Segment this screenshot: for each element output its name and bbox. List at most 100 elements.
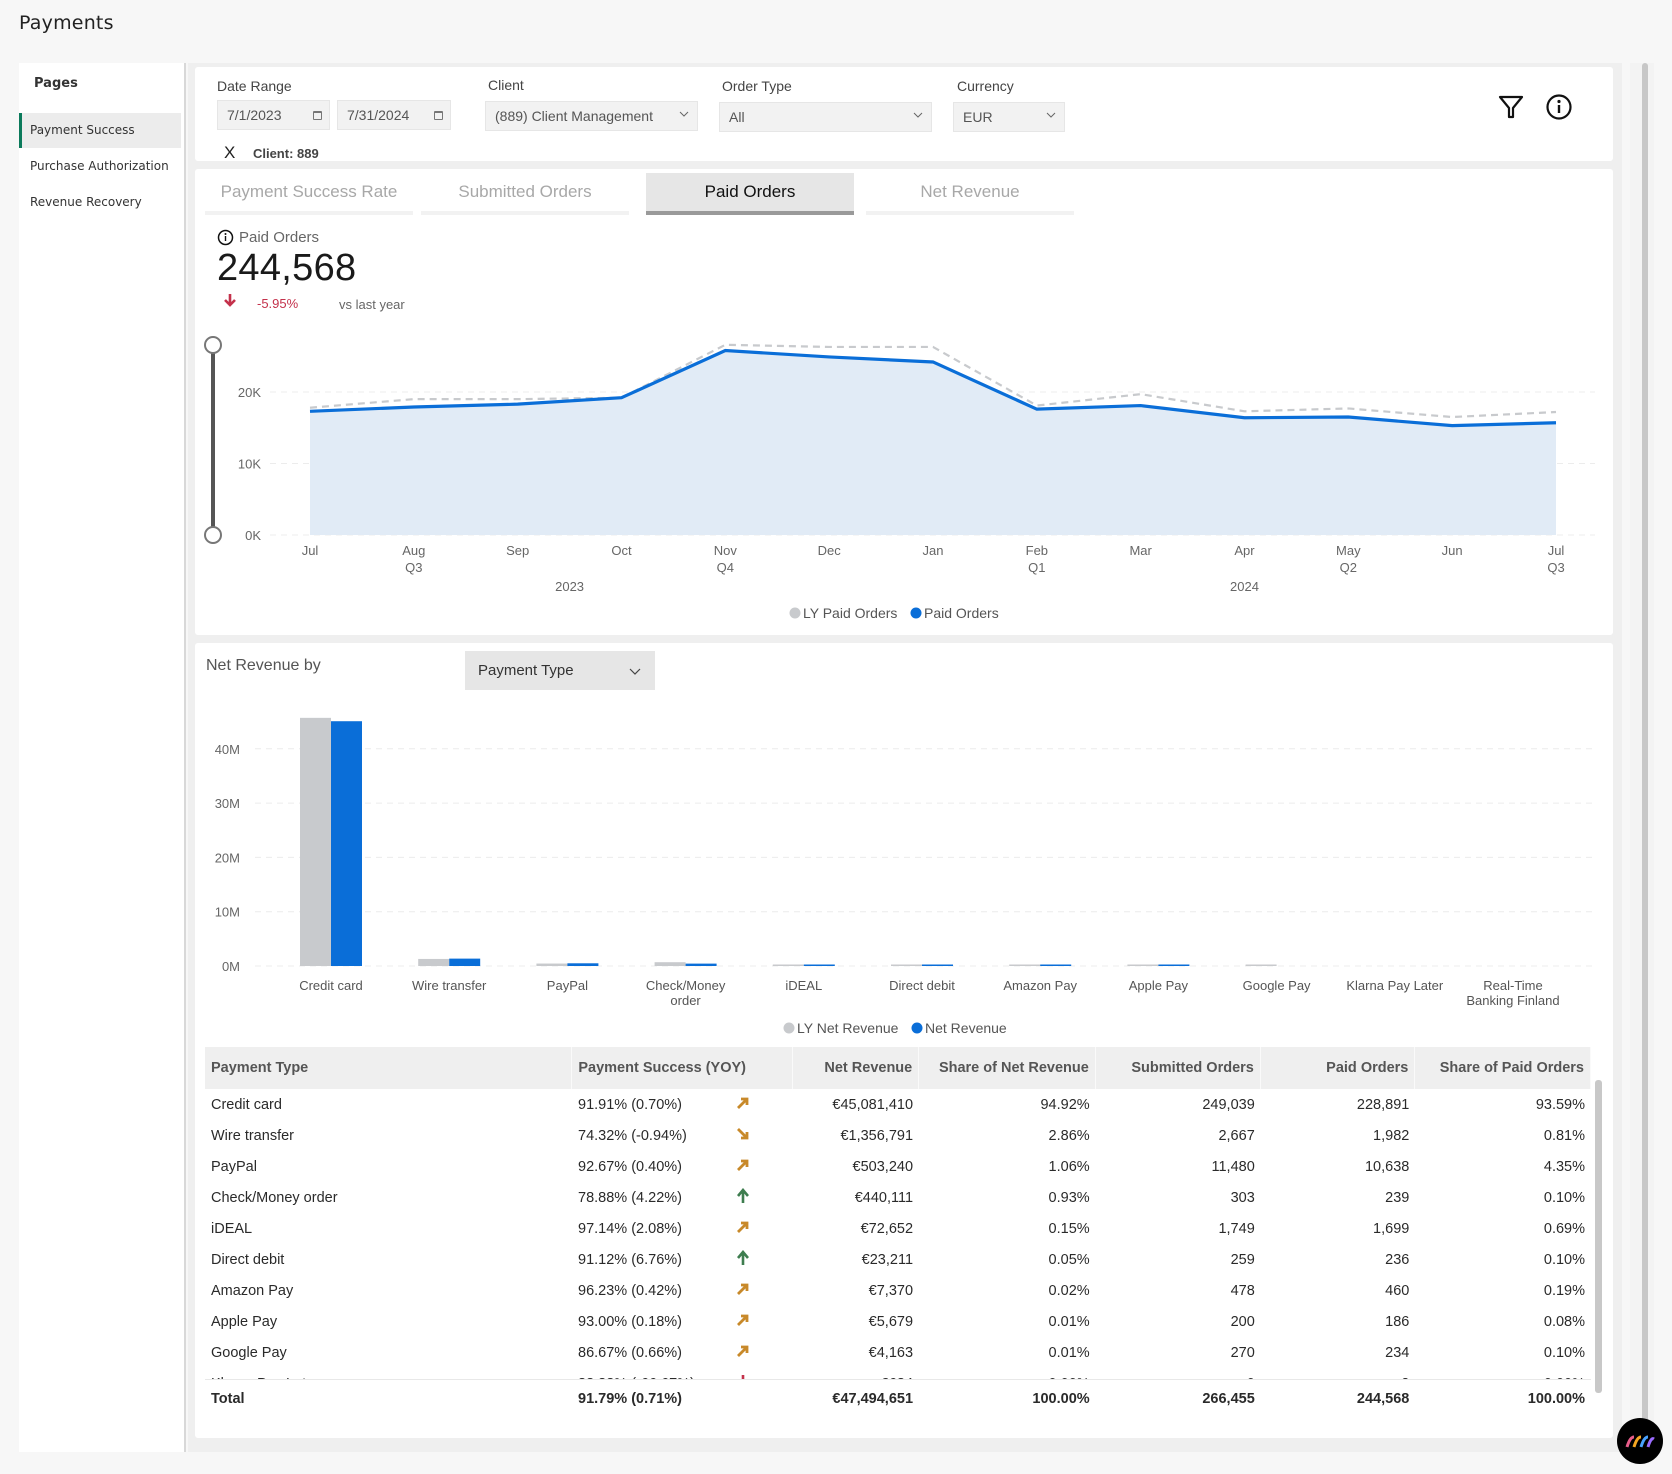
y-tick-label: 0K (245, 528, 261, 543)
cell-share-paid-orders: 0.19% (1543, 1282, 1585, 1299)
bar-net-revenue[interactable] (449, 958, 481, 966)
start-date-input[interactable]: 7/1/2023 (217, 100, 330, 130)
end-date-input[interactable]: 7/31/2024 (337, 100, 451, 130)
col-share-paid-orders[interactable]: Share of Paid Orders (1414, 1047, 1591, 1089)
revenue-section-title: Net Revenue by (206, 657, 321, 674)
bar-ly-net-revenue[interactable] (1245, 964, 1277, 967)
cell-payment-success: 93.00% (0.18%) (578, 1313, 682, 1330)
col-submitted-orders[interactable]: Submitted Orders (1095, 1047, 1261, 1089)
col-paid-orders[interactable]: Paid Orders (1260, 1047, 1416, 1089)
col-payment-type[interactable]: Payment Type (205, 1047, 573, 1089)
client-dropdown[interactable]: (889) Client Management (485, 101, 698, 131)
cell-payment-type: Check/Money order (211, 1189, 338, 1206)
bar-ly-net-revenue[interactable] (418, 958, 450, 966)
table-row[interactable]: Amazon Pay 96.23% (0.42%) €7,370 0.02% 478 46… (205, 1275, 1591, 1306)
dimension-value: Payment Type (478, 662, 574, 679)
dimension-dropdown[interactable]: Payment Type (465, 651, 655, 690)
x-quarter-label: Q1 (1028, 560, 1045, 575)
filter-icon[interactable] (1497, 93, 1525, 121)
cell-paid-orders: 1,982 (1373, 1127, 1410, 1144)
y-tick-label: 0M (222, 959, 240, 974)
tab-net-revenue[interactable]: Net Revenue (866, 173, 1074, 215)
bar-ly-net-revenue[interactable] (1127, 964, 1159, 967)
cell-submitted-orders: 0 (1096, 1368, 1261, 1380)
range-slider-handle-bottom[interactable] (204, 526, 222, 544)
table-scrollbar[interactable] (1595, 1080, 1602, 1393)
x-tick-label: Mar (1129, 543, 1152, 558)
table-row[interactable]: Apple Pay 93.00% (0.18%) €5,679 0.01% 200 186… (205, 1306, 1591, 1337)
bar-ly-net-revenue[interactable] (536, 963, 568, 966)
info-icon[interactable] (217, 229, 234, 246)
cell-submitted-orders: 259 (1230, 1251, 1255, 1268)
cell-net-revenue: €23,211 (861, 1251, 914, 1268)
assistant-button[interactable] (1617, 1418, 1663, 1464)
bar-ly-net-revenue[interactable] (772, 964, 804, 967)
client-label: Client (488, 77, 524, 93)
sidebar-item-payment-success[interactable]: Payment Success (19, 113, 181, 148)
y-tick-label: 40M (215, 742, 240, 757)
calendar-icon[interactable] (434, 111, 443, 120)
bar-net-revenue[interactable] (567, 963, 599, 966)
cell-paid-orders: 239 (1385, 1189, 1410, 1206)
x-category-label: Direct debit (889, 978, 955, 993)
active-filter-text: Client: 889 (252, 146, 319, 161)
table-row[interactable]: Wire transfer 74.32% (-0.94%) €1,356,791 2.… (205, 1120, 1591, 1151)
cell-share-paid-orders: 93.59% (1535, 1096, 1585, 1113)
sidebar-item-revenue-recovery[interactable]: Revenue Recovery (19, 185, 181, 220)
bar-net-revenue[interactable] (331, 721, 362, 966)
cell-share-paid-orders: 0.10% (1543, 1189, 1585, 1206)
x-category-label: Banking Finland (1466, 993, 1559, 1008)
y-tick-label: 10K (238, 457, 261, 472)
bar-net-revenue[interactable] (1040, 964, 1072, 967)
col-share-net-revenue[interactable]: Share of Net Revenue (918, 1047, 1096, 1089)
paid-orders-area (310, 350, 1556, 535)
cell-payment-type: Amazon Pay (211, 1282, 294, 1299)
cell-payment-success: 33.33% (-66.67%) (572, 1368, 730, 1380)
table-row[interactable]: Google Pay 86.67% (0.66%) €4,163 0.01% 270 23… (205, 1337, 1591, 1368)
cell-paid-orders: 186 (1385, 1313, 1410, 1330)
table-row[interactable]: Credit card 91.91% (0.70%) €45,081,410 94.9… (205, 1089, 1591, 1120)
table-row[interactable]: PayPal 92.67% (0.40%) €503,240 1.06% 11,480 1… (205, 1151, 1591, 1182)
cell-share-net-revenue: 0.93% (1048, 1189, 1090, 1206)
order-type-dropdown[interactable]: All (719, 102, 932, 132)
tab-payment-success-rate[interactable]: Payment Success Rate (205, 173, 413, 215)
col-net-revenue[interactable]: Net Revenue (792, 1047, 920, 1089)
page-scrollbar[interactable] (1642, 63, 1648, 1443)
range-slider-handle-top[interactable] (204, 336, 222, 354)
table-row[interactable]: Direct debit 91.12% (6.76%) €23,211 0.05% 25… (205, 1244, 1591, 1275)
x-category-label: Klarna Pay Later (1346, 978, 1444, 993)
payment-type-table: Payment Type Payment Success (YOY) Net R… (205, 1047, 1591, 1429)
cell-share-net-revenue: 0.15% (1048, 1220, 1090, 1237)
bar-ly-net-revenue[interactable] (891, 964, 922, 967)
col-payment-success[interactable]: Payment Success (YOY) (571, 1047, 794, 1089)
remove-filter-button[interactable]: X (224, 143, 235, 162)
tab-paid-orders[interactable]: Paid Orders (646, 173, 854, 215)
x-category-label: Google Pay (1243, 978, 1311, 993)
bar-net-revenue[interactable] (685, 963, 717, 966)
cell-submitted-orders: 249,039 (1202, 1096, 1255, 1113)
bar-net-revenue[interactable] (922, 964, 953, 967)
legend-marker-ly (789, 607, 801, 619)
cell-payment-success: 74.32% (-0.94%) (578, 1127, 687, 1144)
x-category-label: PayPal (547, 978, 588, 993)
table-row[interactable]: iDEAL 97.14% (2.08%) €72,652 0.15% 1,749 1,69… (205, 1213, 1591, 1244)
cell-net-revenue: €7,370 (868, 1282, 914, 1299)
sidebar-item-purchase-authorization[interactable]: Purchase Authorization (19, 149, 181, 184)
bar-ly-net-revenue[interactable] (300, 717, 331, 966)
table-row[interactable]: Klarna Pay Later33.33% (-66.67%)€6340.00… (205, 1368, 1591, 1379)
cell-share-paid-orders: 0.08% (1543, 1313, 1585, 1330)
table-row[interactable]: Check/Money order 78.88% (4.22%) €440,111 0… (205, 1182, 1591, 1213)
chevron-down-icon (679, 111, 689, 117)
calendar-icon[interactable] (313, 111, 322, 120)
info-icon[interactable] (1545, 93, 1573, 121)
x-tick-label: Dec (818, 543, 842, 558)
bar-ly-net-revenue[interactable] (1009, 964, 1041, 967)
bar-net-revenue[interactable] (803, 964, 835, 967)
currency-dropdown[interactable]: EUR (953, 102, 1065, 132)
cell-net-revenue: €1,356,791 (840, 1127, 914, 1144)
bar-net-revenue[interactable] (1158, 964, 1190, 967)
trend-up-right-icon (730, 1089, 793, 1120)
tab-submitted-orders[interactable]: Submitted Orders (421, 173, 629, 215)
cell-share-paid-orders: 0.69% (1543, 1220, 1585, 1237)
bar-ly-net-revenue[interactable] (654, 962, 686, 966)
